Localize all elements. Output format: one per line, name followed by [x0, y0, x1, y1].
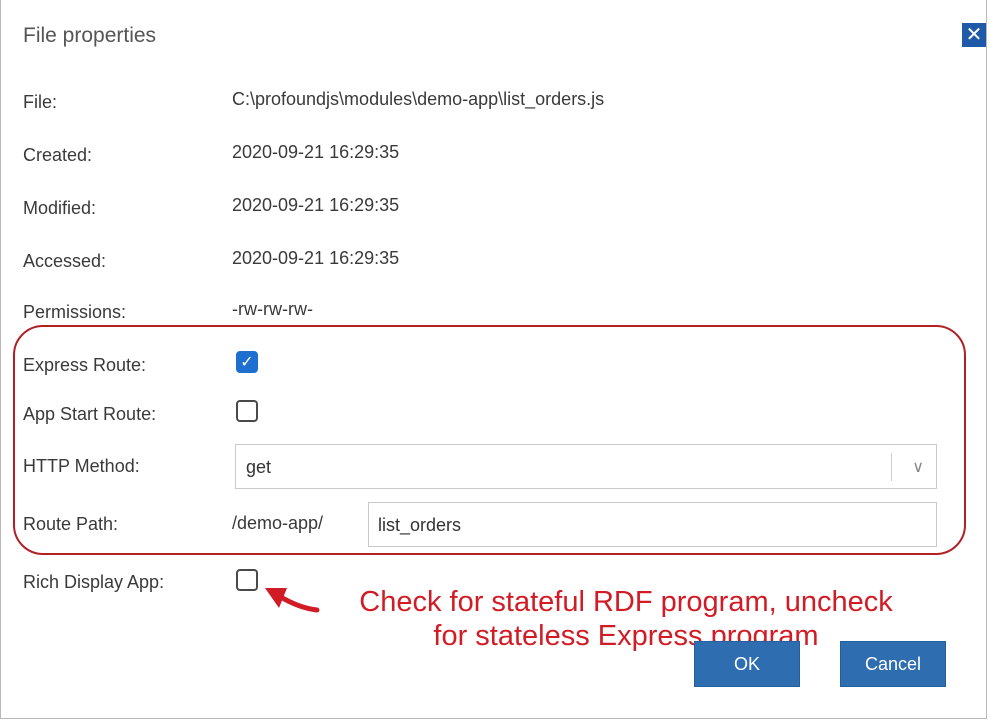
highlight-outline — [13, 325, 966, 555]
rich-display-app-label: Rich Display App: — [23, 572, 165, 592]
file-label: File: — [23, 92, 58, 112]
modified-label: Modified: — [23, 198, 97, 218]
annotation-line-1: Check for stateful RDF program, uncheck — [359, 586, 893, 618]
accessed-value: 2020-09-21 16:29:35 — [232, 248, 400, 268]
rich-display-app-checkbox[interactable] — [236, 569, 258, 591]
modified-value: 2020-09-21 16:29:35 — [232, 195, 400, 215]
close-button[interactable]: ✕ — [962, 23, 986, 47]
close-icon: ✕ — [965, 24, 983, 46]
permissions-value: -rw-rw-rw- — [232, 299, 313, 319]
created-label: Created: — [23, 145, 93, 165]
file-properties-dialog: File properties ✕ File: C:\profoundjs\mo… — [0, 0, 987, 719]
permissions-label: Permissions: — [23, 302, 127, 322]
file-value: C:\profoundjs\modules\demo-app\list_orde… — [232, 89, 605, 109]
dialog-title: File properties — [23, 24, 157, 47]
cancel-button[interactable]: Cancel — [840, 641, 946, 687]
accessed-label: Accessed: — [23, 251, 107, 271]
ok-button[interactable]: OK — [694, 641, 800, 687]
created-value: 2020-09-21 16:29:35 — [232, 142, 400, 162]
